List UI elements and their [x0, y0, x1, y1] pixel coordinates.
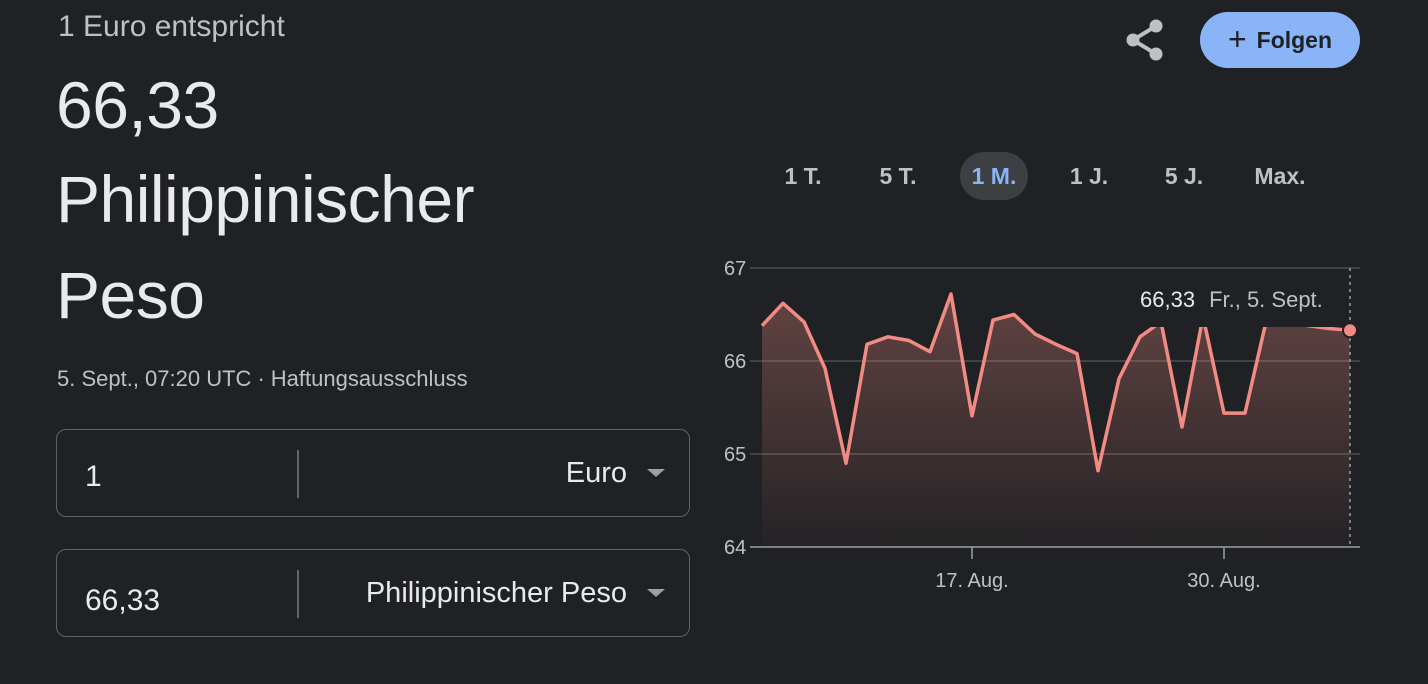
divider [297, 450, 299, 498]
hover-dot [1342, 322, 1358, 339]
x-tick-label: 17. Aug. [935, 570, 1008, 592]
currency-name-line2: Peso [56, 258, 205, 332]
tooltip-value: 66,33 [1140, 287, 1196, 312]
from-amount-input[interactable]: 1 [85, 430, 102, 520]
y-tick-label: 67 [724, 258, 746, 280]
converter-from-row: 1 Euro [56, 429, 690, 517]
y-tick-label: 64 [724, 537, 746, 559]
from-currency-label: Euro [565, 456, 627, 489]
share-button[interactable] [1124, 18, 1166, 62]
divider [297, 570, 299, 618]
y-tick-label: 65 [724, 444, 746, 466]
timestamp: 5. Sept., 07:20 UTC [57, 366, 252, 391]
rate-header: 1 Euro entspricht [58, 10, 285, 43]
follow-button[interactable]: + Folgen [1200, 12, 1360, 68]
x-tick-label: 30. Aug. [1187, 570, 1260, 592]
plus-icon: + [1227, 20, 1247, 57]
to-currency-label: Philippinischer Peso [365, 576, 627, 609]
chart-tooltip: 66,33 Fr., 5. Sept. [1124, 273, 1339, 327]
caret-down-icon [647, 589, 665, 597]
chart-area [762, 294, 1350, 547]
currency-name-line1: Philippinischer [56, 162, 475, 236]
caret-down-icon [647, 469, 665, 477]
range-1-day[interactable]: 1 T. [770, 152, 836, 200]
disclaimer-link[interactable]: Haftungsausschluss [271, 366, 468, 391]
to-amount-input[interactable]: 66,33 [85, 550, 160, 644]
converter-to-row: 66,33 Philippinischer Peso [56, 549, 690, 637]
follow-label: Folgen [1256, 26, 1333, 53]
to-currency-select[interactable]: Philippinischer Peso [366, 550, 665, 642]
range-5-years[interactable]: 5 J. [1150, 152, 1218, 200]
timestamp-line: 5. Sept., 07:20 UTC · Haftungsausschluss [57, 366, 468, 392]
tooltip-date: Fr., 5. Sept. [1209, 287, 1323, 312]
from-currency-select[interactable]: Euro [566, 430, 665, 516]
separator-dot: · [257, 366, 265, 391]
range-5-days[interactable]: 5 T. [864, 152, 932, 200]
y-tick-label: 66 [724, 351, 746, 373]
range-max[interactable]: Max. [1244, 152, 1316, 200]
rate-value: 66,33 [56, 68, 219, 142]
range-1-year[interactable]: 1 J. [1056, 152, 1122, 200]
share-icon [1126, 19, 1163, 61]
range-1-month[interactable]: 1 M. [960, 152, 1028, 200]
